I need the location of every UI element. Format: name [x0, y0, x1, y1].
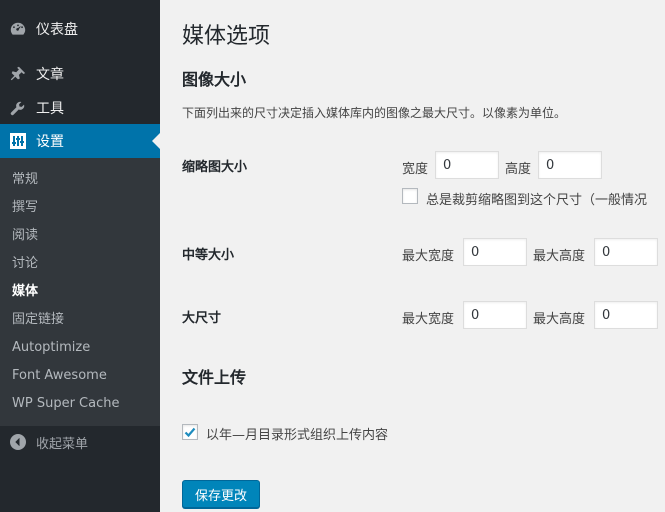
menu-settings[interactable]: 设置: [0, 124, 160, 158]
medium-width-label: 最大宽度: [402, 249, 455, 264]
submenu-permalinks[interactable]: 固定链接: [12, 310, 64, 330]
menu-settings-label: 设置: [36, 134, 64, 150]
uploads-heading: 文件上传: [182, 368, 247, 387]
thumbnail-crop-label: 总是裁剪缩略图到这个尺寸（一般情况: [426, 193, 648, 208]
checkmark-icon: [184, 427, 196, 438]
submenu-media[interactable]: 媒体: [12, 282, 38, 302]
submenu-autoptimize[interactable]: Autoptimize: [12, 338, 90, 358]
medium-size-label: 中等大小: [182, 248, 235, 263]
thumbnail-crop-checkbox[interactable]: [402, 188, 418, 204]
save-changes-button[interactable]: 保存更改: [182, 480, 261, 508]
submenu-general[interactable]: 常规: [12, 170, 38, 190]
image-sizes-heading: 图像大小: [182, 70, 247, 89]
settings-sliders-icon: [0, 133, 36, 149]
medium-height-label: 最大高度: [533, 249, 586, 264]
medium-height-input[interactable]: [594, 238, 658, 266]
thumbnail-height-label: 高度: [505, 162, 532, 177]
thumbnail-width-input[interactable]: [435, 151, 499, 179]
large-height-label: 最大高度: [533, 312, 586, 327]
admin-sidebar: 仪表盘 文章 工具 设置 常规 撰写 阅读 讨论 媒体 固定链接 Autopti…: [0, 0, 160, 512]
wrench-icon: [0, 99, 36, 117]
image-sizes-description: 下面列出来的尺寸决定插入媒体库内的图像之最大尺寸。以像素为单位。: [182, 106, 567, 120]
pushpin-icon: [0, 65, 36, 83]
dashboard-icon: [0, 20, 36, 38]
large-height-input[interactable]: [594, 301, 658, 329]
thumbnail-width-label: 宽度: [402, 162, 429, 177]
collapse-arrow-icon: [0, 434, 36, 450]
menu-dashboard-label: 仪表盘: [36, 22, 78, 38]
collapse-menu-label: 收起菜单: [36, 436, 89, 452]
large-width-input[interactable]: [463, 301, 527, 329]
submenu-writing[interactable]: 撰写: [12, 198, 38, 218]
thumbnail-size-label: 缩略图大小: [182, 160, 248, 175]
large-size-label: 大尺寸: [182, 311, 222, 326]
menu-posts-label: 文章: [36, 67, 64, 83]
menu-tools[interactable]: 工具: [0, 91, 160, 125]
menu-dashboard[interactable]: 仪表盘: [0, 12, 160, 46]
settings-submenu: 常规 撰写 阅读 讨论 媒体 固定链接 Autoptimize Font Awe…: [0, 158, 160, 426]
large-width-label: 最大宽度: [402, 312, 455, 327]
main-content: 媒体选项 图像大小 下面列出来的尺寸决定插入媒体库内的图像之最大尺寸。以像素为单…: [160, 0, 665, 512]
submenu-font-awesome[interactable]: Font Awesome: [12, 366, 107, 386]
page-title: 媒体选项: [182, 24, 271, 49]
medium-width-input[interactable]: [463, 238, 527, 266]
submenu-wp-super-cache[interactable]: WP Super Cache: [12, 394, 119, 414]
menu-posts[interactable]: 文章: [0, 57, 160, 91]
collapse-menu-button[interactable]: 收起菜单: [0, 428, 160, 456]
uploads-organize-label: 以年—月目录形式组织上传内容: [206, 428, 389, 443]
submenu-discussion[interactable]: 讨论: [12, 254, 38, 274]
uploads-organize-checkbox[interactable]: [182, 424, 198, 440]
thumbnail-height-input[interactable]: [538, 151, 602, 179]
submenu-reading[interactable]: 阅读: [12, 226, 38, 246]
menu-tools-label: 工具: [36, 101, 64, 117]
